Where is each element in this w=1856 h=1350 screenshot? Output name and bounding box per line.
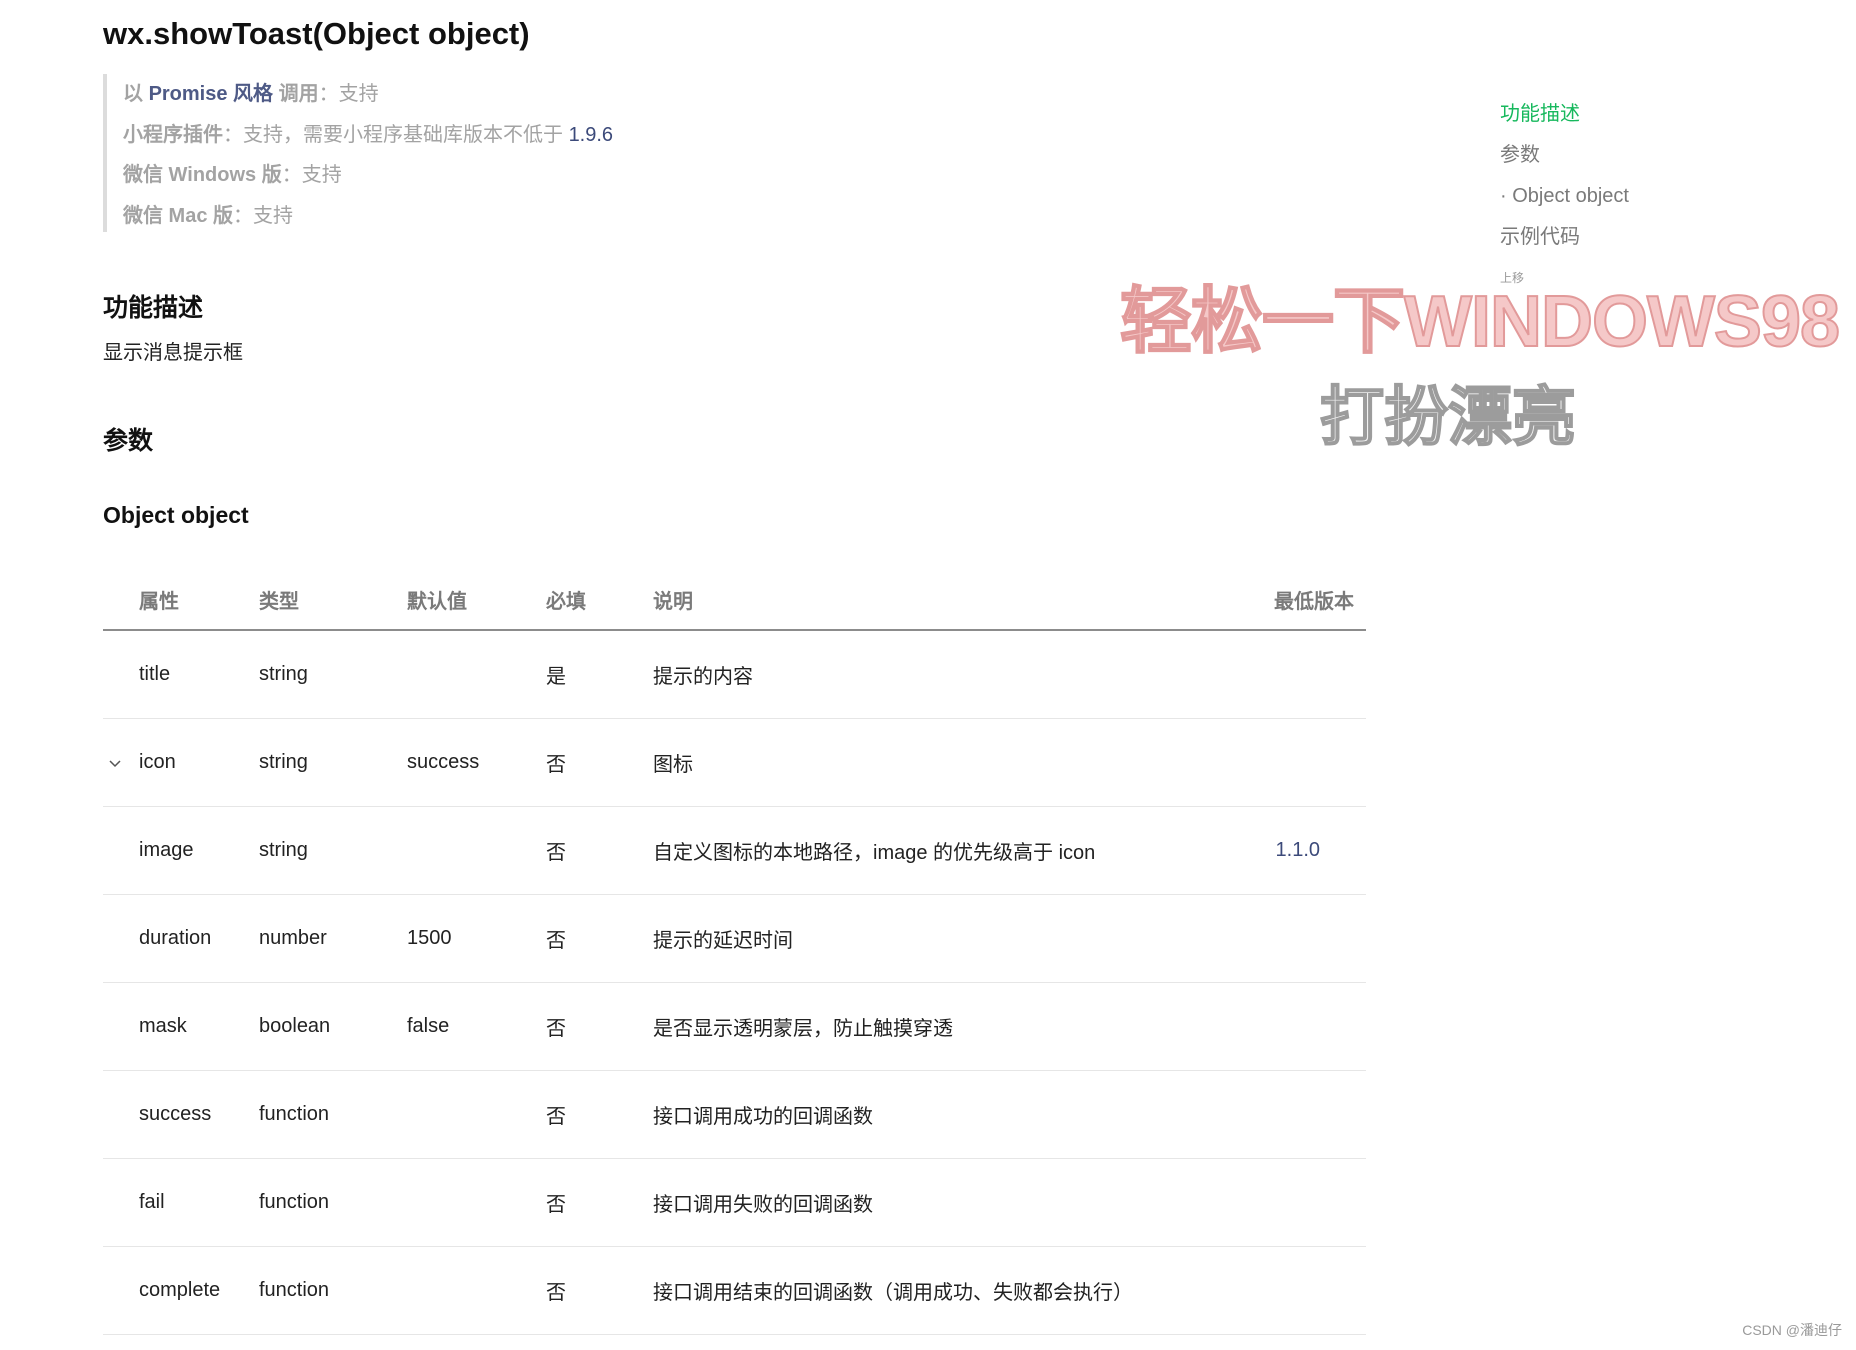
table-row[interactable]: icon string success 否 图标 <box>103 718 1366 807</box>
cell-type: number <box>259 894 407 983</box>
cell-description: 图标 <box>653 718 1236 807</box>
table-row: fail function 否 接口调用失败的回调函数 <box>103 1158 1366 1247</box>
cell-version <box>1236 982 1366 1071</box>
support-promise: 以 Promise 风格 调用：支持 <box>123 74 803 115</box>
cell-default <box>407 1246 546 1335</box>
windows-value: ：支持 <box>281 164 342 186</box>
mac-value: ：支持 <box>233 204 294 227</box>
cell-description: 提示的内容 <box>653 630 1236 719</box>
cell-version <box>1236 1246 1366 1335</box>
toc-item-params[interactable]: 参数 <box>1500 143 1800 167</box>
cell-type: function <box>259 1158 407 1247</box>
object-heading: Object object <box>103 502 249 528</box>
cell-default: success <box>407 718 546 807</box>
cell-name: fail <box>103 1158 259 1247</box>
chevron-down-icon[interactable] <box>107 755 123 771</box>
cell-default: 1500 <box>407 894 546 983</box>
header-type: 类型 <box>259 570 407 631</box>
cell-version <box>1236 630 1366 719</box>
cell-description: 自定义图标的本地路径，image 的优先级高于 icon <box>653 806 1236 895</box>
watermark-line-1: 轻松一下WINDOWS98 <box>1119 281 1841 363</box>
cell-required: 否 <box>546 982 653 1071</box>
cell-required: 否 <box>546 1070 653 1159</box>
cell-required: 否 <box>546 1158 653 1247</box>
table-row: image string 否 自定义图标的本地路径，image 的优先级高于 i… <box>103 806 1366 895</box>
promise-value: ：支持 <box>318 83 379 105</box>
cell-description: 接口调用失败的回调函数 <box>653 1158 1236 1247</box>
cell-default <box>407 1158 546 1247</box>
watermark-line-2: 打扮漂亮 <box>1319 380 1577 454</box>
header-default: 默认值 <box>407 570 546 631</box>
description-heading: 功能描述 <box>103 294 204 322</box>
plugin-value: ：支持，需要小程序基础库版本不低于 <box>223 123 569 146</box>
promise-suffix: 调用 <box>273 83 319 105</box>
promise-prefix: 以 <box>123 83 149 105</box>
toc-item-description[interactable]: 功能描述 <box>1500 102 1800 126</box>
cell-type: function <box>259 1070 407 1159</box>
cell-name: complete <box>103 1246 259 1335</box>
cell-version <box>1236 1070 1366 1159</box>
cell-name: title <box>103 630 259 719</box>
cell-required: 否 <box>546 718 653 807</box>
cell-type: string <box>259 718 407 807</box>
cell-name: mask <box>103 982 259 1071</box>
table-row: duration number 1500 否 提示的延迟时间 <box>103 894 1366 983</box>
cell-name: image <box>103 806 259 895</box>
table-row: title string 是 提示的内容 <box>103 630 1366 719</box>
cell-description: 是否显示透明蒙层，防止触摸穿透 <box>653 982 1236 1071</box>
cell-version[interactable]: 1.1.0 <box>1236 806 1366 895</box>
cell-description: 提示的延迟时间 <box>653 894 1236 983</box>
cell-required: 是 <box>546 630 653 719</box>
table-row: success function 否 接口调用成功的回调函数 <box>103 1070 1366 1159</box>
cell-type: function <box>259 1246 407 1335</box>
description-text: 显示消息提示框 <box>103 342 243 364</box>
params-heading: 参数 <box>103 427 154 455</box>
support-plugin: 小程序插件：支持，需要小程序基础库版本不低于 1.9.6 <box>123 115 803 156</box>
cell-type: string <box>259 630 407 719</box>
cell-version <box>1236 718 1366 807</box>
cell-description: 接口调用成功的回调函数 <box>653 1070 1236 1159</box>
cell-required: 否 <box>546 894 653 983</box>
csdn-credit: CSDN @潘迪仔 <box>1742 1322 1842 1338</box>
support-mac: 微信 Mac 版：支持 <box>123 196 803 237</box>
cell-default <box>407 806 546 895</box>
cell-default <box>407 630 546 719</box>
mac-label: 微信 Mac 版 <box>123 204 234 227</box>
cell-required: 否 <box>546 806 653 895</box>
cell-description: 接口调用结束的回调函数（调用成功、失败都会执行） <box>653 1246 1236 1335</box>
cell-version <box>1236 1158 1366 1247</box>
header-description: 说明 <box>653 570 1236 631</box>
cell-name: icon <box>139 751 176 773</box>
cell-type: string <box>259 806 407 895</box>
cell-type: boolean <box>259 982 407 1071</box>
plugin-version-link[interactable]: 1.9.6 <box>569 124 613 146</box>
support-info-block: 以 Promise 风格 调用：支持 小程序插件：支持，需要小程序基础库版本不低… <box>103 74 803 232</box>
header-required: 必填 <box>546 570 653 631</box>
plugin-label: 小程序插件 <box>123 123 223 146</box>
promise-style-link[interactable]: Promise 风格 <box>149 83 273 105</box>
cell-default <box>407 1070 546 1159</box>
cell-name: success <box>103 1070 259 1159</box>
cell-required: 否 <box>546 1246 653 1335</box>
page-title: wx.showToast(Object object) <box>103 16 530 51</box>
table-row: complete function 否 接口调用结束的回调函数（调用成功、失败都… <box>103 1246 1366 1335</box>
cell-version <box>1236 894 1366 983</box>
header-version: 最低版本 <box>1236 570 1366 631</box>
toc-item-object[interactable]: · Object object <box>1500 184 1800 208</box>
table-header-row: 属性 类型 默认值 必填 说明 最低版本 <box>103 570 1366 631</box>
support-windows: 微信 Windows 版：支持 <box>123 155 803 196</box>
windows-label: 微信 Windows 版 <box>123 164 282 186</box>
table-row: mask boolean false 否 是否显示透明蒙层，防止触摸穿透 <box>103 982 1366 1071</box>
cell-name: duration <box>103 894 259 983</box>
header-name: 属性 <box>103 570 259 631</box>
toc-item-example[interactable]: 示例代码 <box>1500 225 1800 249</box>
cell-default: false <box>407 982 546 1071</box>
params-table: 属性 类型 默认值 必填 说明 最低版本 title string 是 提示的内… <box>103 570 1366 1335</box>
